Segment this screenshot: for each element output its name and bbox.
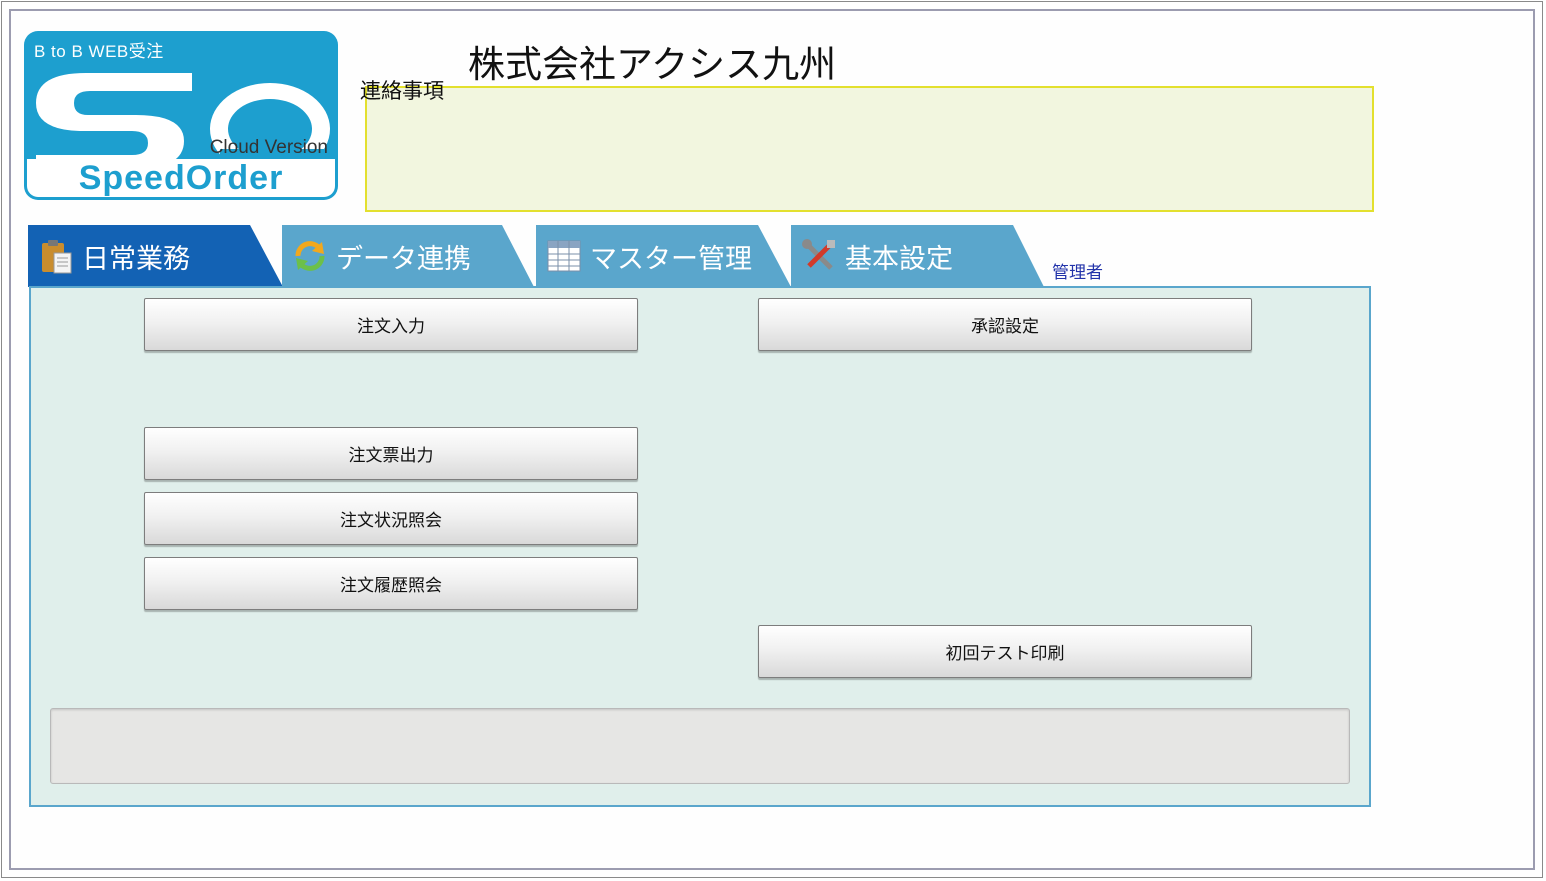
tab-label: データ連携 bbox=[336, 243, 471, 275]
order-history-button[interactable]: 注文履歴照会 bbox=[144, 557, 638, 610]
order-slip-output-button[interactable]: 注文票出力 bbox=[144, 427, 638, 480]
logo-cloud-version: Cloud Version bbox=[209, 137, 328, 158]
speedorder-logo: B to B WEB受注 Cloud Version SpeedOrder bbox=[24, 31, 338, 200]
tab-daily-work[interactable]: 日常業務 bbox=[28, 225, 283, 287]
status-message-box bbox=[50, 708, 1350, 784]
order-status-button[interactable]: 注文状況照会 bbox=[144, 492, 638, 545]
tab-label: 日常業務 bbox=[82, 243, 190, 275]
logo-product-name: SpeedOrder bbox=[78, 159, 284, 197]
order-entry-button[interactable]: 注文入力 bbox=[144, 298, 638, 351]
notice-label: 連絡事項 bbox=[360, 79, 444, 103]
tab-data-integration[interactable]: データ連携 bbox=[282, 225, 534, 287]
clipboard-icon bbox=[38, 238, 74, 274]
tab-master-management[interactable]: マスター管理 bbox=[536, 225, 791, 287]
table-icon bbox=[546, 238, 582, 274]
tools-icon bbox=[801, 238, 837, 274]
tab-label: 基本設定 bbox=[845, 243, 953, 275]
first-test-print-button[interactable]: 初回テスト印刷 bbox=[758, 625, 1252, 678]
company-name: 株式会社アクシス九州 bbox=[468, 43, 837, 86]
user-role-label: 管理者 bbox=[1052, 263, 1103, 283]
notice-area bbox=[365, 86, 1374, 212]
tab-label: マスター管理 bbox=[590, 243, 752, 275]
tab-basic-settings[interactable]: 基本設定 bbox=[791, 225, 1044, 287]
approval-settings-button[interactable]: 承認設定 bbox=[758, 298, 1252, 351]
sync-icon bbox=[292, 238, 328, 274]
